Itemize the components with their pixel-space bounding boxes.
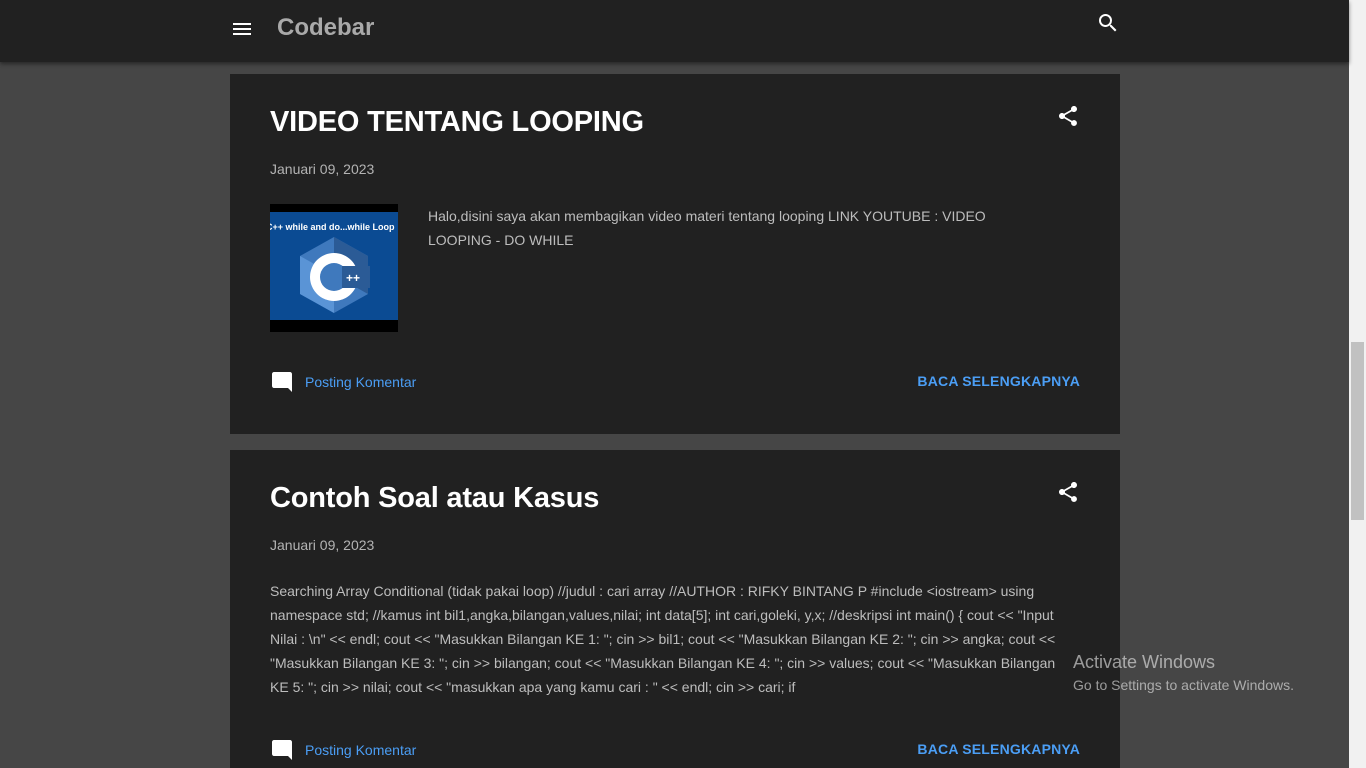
read-more-link[interactable]: BACA SELENGKAPNYA xyxy=(917,737,1080,761)
post-snippet: Searching Array Conditional (tidak pakai… xyxy=(270,583,1056,695)
post-title[interactable]: VIDEO TENTANG LOOPING xyxy=(270,104,644,140)
comment-icon xyxy=(272,372,292,392)
cpp-logo-plus: ++ xyxy=(346,271,360,285)
comment-label[interactable]: Posting Komentar xyxy=(305,370,416,394)
post-thumbnail[interactable]: C++ while and do...while Loop ++ xyxy=(270,204,398,332)
post-date: Januari 09, 2023 xyxy=(270,161,375,177)
thumbnail-caption: C++ while and do...while Loop xyxy=(270,222,395,232)
share-icon[interactable] xyxy=(1056,104,1080,128)
post-snippet: Halo,disini saya akan membagikan video m… xyxy=(428,208,986,248)
site-title[interactable]: Codebar xyxy=(277,13,374,43)
post-date: Januari 09, 2023 xyxy=(270,537,375,553)
read-more-link[interactable]: BACA SELENGKAPNYA xyxy=(917,369,1080,393)
comment-icon xyxy=(272,740,292,760)
post-title[interactable]: Contoh Soal atau Kasus xyxy=(270,480,599,516)
comment-label[interactable]: Posting Komentar xyxy=(305,738,416,762)
cpp-logo-thumbnail-graphic: C++ while and do...while Loop ++ xyxy=(270,204,398,332)
top-app-bar: Codebar xyxy=(0,0,1349,62)
post-comment-link[interactable]: Posting Komentar xyxy=(270,738,416,762)
vertical-scrollbar-thumb[interactable] xyxy=(1351,342,1364,520)
search-icon[interactable] xyxy=(1096,11,1120,35)
share-icon[interactable] xyxy=(1056,480,1080,504)
post-card: VIDEO TENTANG LOOPING Januari 09, 2023 C… xyxy=(230,74,1120,434)
hamburger-menu-icon[interactable] xyxy=(230,17,254,41)
post-card: Contoh Soal atau Kasus Januari 09, 2023 … xyxy=(230,450,1120,768)
post-comment-link[interactable]: Posting Komentar xyxy=(270,370,416,394)
